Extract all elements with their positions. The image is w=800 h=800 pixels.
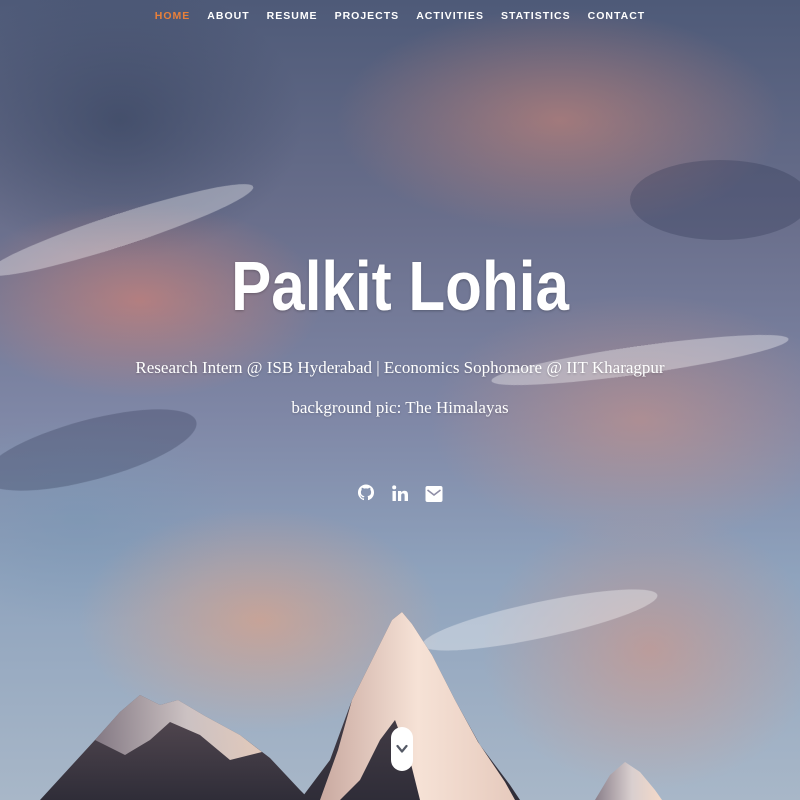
top-nav: HOME ABOUT RESUME PROJECTS ACTIVITIES ST…	[0, 0, 800, 32]
chevron-down-icon	[396, 744, 408, 753]
scroll-down-button[interactable]	[391, 727, 413, 771]
hero-title: Palkit Lohia	[231, 247, 569, 325]
social-links	[0, 481, 800, 507]
nav-item-contact[interactable]: CONTACT	[579, 10, 654, 22]
nav-item-about[interactable]: ABOUT	[199, 10, 258, 22]
email-icon[interactable]	[424, 481, 444, 507]
background-caption: background pic: The Himalayas	[291, 398, 509, 417]
linkedin-icon[interactable]	[390, 481, 410, 507]
hero-subtitle: Research Intern @ ISB Hyderabad | Econom…	[135, 358, 665, 377]
nav-item-statistics[interactable]: STATISTICS	[492, 10, 579, 22]
nav-item-projects[interactable]: PROJECTS	[326, 10, 408, 22]
nav-item-activities[interactable]: ACTIVITIES	[408, 10, 493, 22]
github-icon[interactable]	[356, 481, 376, 507]
nav-item-home[interactable]: HOME	[146, 10, 199, 22]
nav-item-resume[interactable]: RESUME	[258, 10, 326, 22]
